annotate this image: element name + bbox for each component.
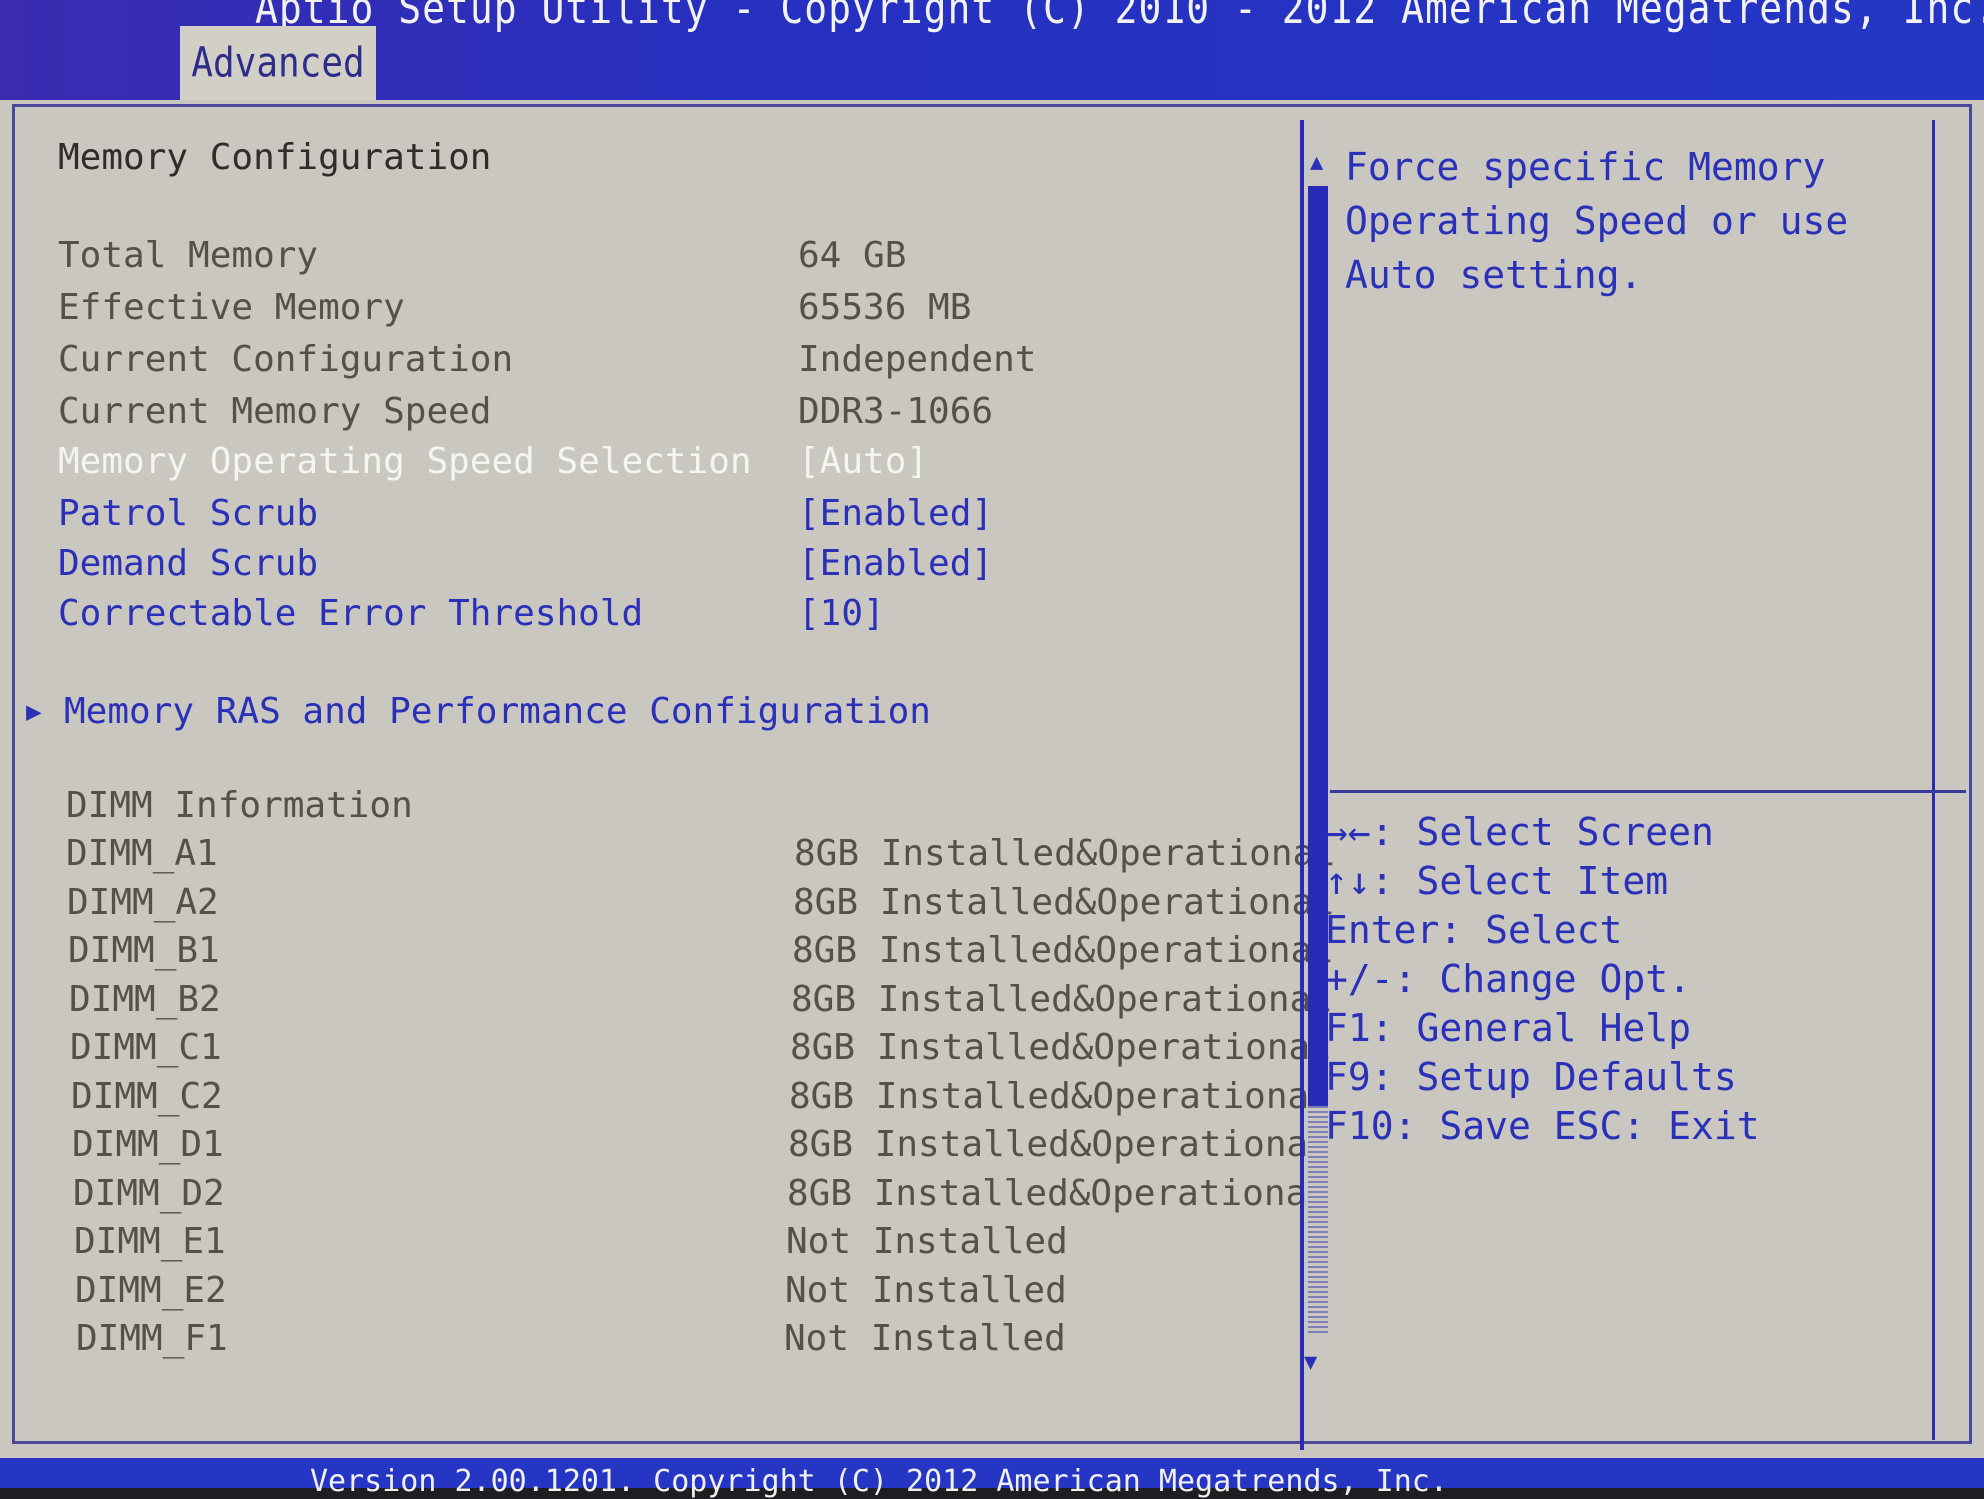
info-value: 65536 MB <box>798 287 972 328</box>
dimm-status: 8GB Installed&Operational <box>794 833 1336 874</box>
key-hint-general-help: F1: General Help <box>1325 1006 1692 1050</box>
setting-value[interactable]: [Auto] <box>798 438 928 486</box>
dimm-slot: DIMM_C1 <box>70 1027 222 1068</box>
key-hint-select-item: ↑↓: Select Item <box>1325 859 1669 903</box>
dimm-status: 8GB Installed&Operational <box>788 1124 1330 1165</box>
help-separator <box>1330 790 1966 793</box>
tab-advanced-label: Advanced <box>191 39 365 87</box>
setting-value[interactable]: [10] <box>798 590 885 638</box>
dimm-status: 8GB Installed&Operational <box>787 1172 1329 1214</box>
bios-screen: Aptio Setup Utility - Copyright (C) 2010… <box>0 0 1984 1499</box>
footer-bar: Version 2.00.1201. Copyright (C) 2012 Am… <box>0 1458 1984 1499</box>
dimm-slot: DIMM_B2 <box>69 978 221 1020</box>
dimm-slot: DIMM_A2 <box>67 881 219 923</box>
dimm-slot: DIMM_A1 <box>66 833 218 874</box>
panel-divider <box>1300 120 1304 1450</box>
dimm-slot: DIMM_E2 <box>75 1269 227 1311</box>
info-label: Effective Memory <box>58 287 405 328</box>
dimm-slot: DIMM_E1 <box>74 1221 226 1262</box>
key-hint-setup-defaults: F9: Setup Defaults <box>1325 1055 1737 1099</box>
dimm-status: Not Installed <box>785 1269 1067 1311</box>
help-description: Force specific Memory Operating Speed or… <box>1345 145 1849 297</box>
scroll-up-arrow-icon[interactable]: ▲ <box>1310 150 1323 175</box>
tab-advanced[interactable]: Advanced <box>180 26 376 100</box>
setting-label: Memory Operating Speed Selection <box>58 441 752 482</box>
dimm-status: Not Installed <box>786 1221 1068 1262</box>
setting-value[interactable]: [Enabled] <box>798 490 993 538</box>
right-frame-border <box>1932 120 1935 1440</box>
setting-label: Demand Scrub <box>58 543 319 584</box>
dimm-slot: DIMM_B1 <box>68 930 220 971</box>
dimm-status: 8GB Installed&Operational <box>791 978 1333 1020</box>
info-label: Current Memory Speed <box>58 391 492 432</box>
settings-panel: Memory Configuration Total Memory 64 GB … <box>22 118 1336 1438</box>
dimm-slot: DIMM_F1 <box>76 1318 228 1359</box>
key-hint-save-exit: F10: Save ESC: Exit <box>1325 1104 1760 1148</box>
scrollbar-track[interactable] <box>1308 186 1328 1336</box>
header-title: Aptio Setup Utility - Copyright (C) 2010… <box>255 0 1984 34</box>
dimm-status: 8GB Installed&Operational <box>789 1075 1331 1117</box>
footer-version: Version 2.00.1201. Copyright (C) 2012 Am… <box>310 1464 1448 1499</box>
dimm-slot: DIMM_C2 <box>71 1075 223 1117</box>
triangle-right-icon: ▶ <box>26 697 42 727</box>
submenu-label: Memory RAS and Performance Configuration <box>64 691 931 732</box>
key-legend: →←: Select Screen ↑↓: Select Item Enter:… <box>1325 808 1925 1151</box>
dimm-slot: DIMM_D1 <box>72 1124 224 1165</box>
dimm-status: 8GB Installed&Operational <box>790 1027 1332 1068</box>
info-value: 64 GB <box>798 235 907 276</box>
info-value: Independent <box>798 339 1037 380</box>
setting-label: Patrol Scrub <box>58 493 319 534</box>
dimm-slot: DIMM_D2 <box>73 1172 225 1214</box>
info-value: DDR3-1066 <box>798 391 994 432</box>
key-hint-select-screen: →←: Select Screen <box>1325 810 1714 854</box>
setting-label: Correctable Error Threshold <box>58 593 644 634</box>
info-label: Current Configuration <box>58 339 514 380</box>
header-bar: Aptio Setup Utility - Copyright (C) 2010… <box>0 0 1984 100</box>
dimm-status: Not Installed <box>784 1318 1066 1359</box>
info-label: Total Memory <box>58 235 319 276</box>
key-hint-change-opt: +/-: Change Opt. <box>1325 957 1692 1001</box>
key-hint-enter: Enter: Select <box>1325 908 1623 952</box>
scroll-down-arrow-icon[interactable]: ▼ <box>1304 1350 1317 1375</box>
dimm-status: 8GB Installed&Operational <box>793 881 1335 923</box>
dimm-status: 8GB Installed&Operational <box>792 930 1334 971</box>
setting-value[interactable]: [Enabled] <box>798 540 993 588</box>
scrollbar[interactable]: ▲ ▼ <box>1300 150 1340 1380</box>
